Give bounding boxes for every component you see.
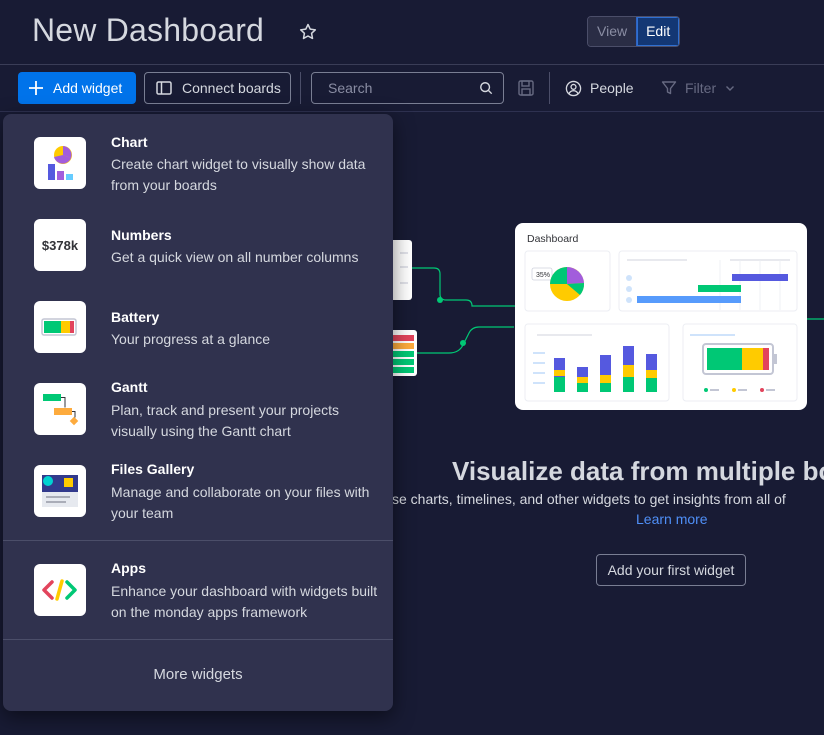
battery-icon — [34, 301, 86, 353]
learn-more-link[interactable]: Learn more — [636, 511, 708, 527]
toolbar-separator — [549, 72, 550, 104]
header-divider — [0, 64, 824, 65]
files-gallery-icon — [34, 465, 86, 517]
plus-icon — [29, 81, 43, 95]
menu-item-apps[interactable]: Apps Enhance your dashboard with widgets… — [3, 555, 393, 635]
chart-icon — [34, 137, 86, 189]
menu-item-title: Numbers — [111, 227, 172, 243]
menu-item-title: Battery — [111, 309, 160, 325]
menu-item-title: Apps — [111, 560, 146, 576]
add-widget-menu: Chart Create chart widget to visually sh… — [3, 114, 393, 711]
edit-mode-button[interactable]: Edit — [636, 17, 680, 46]
menu-item-description: Create chart widget to visually show dat… — [111, 156, 366, 193]
filter-icon — [661, 81, 677, 95]
menu-item-numbers[interactable]: $378k Numbers Get a quick view on all nu… — [3, 209, 393, 289]
person-icon — [565, 80, 582, 96]
menu-item-chart[interactable]: Chart Create chart widget to visually sh… — [3, 114, 393, 194]
numbers-icon: $378k — [34, 219, 86, 271]
menu-item-description: Get a quick view on all number columns — [111, 249, 359, 265]
view-mode-button[interactable]: View — [588, 17, 637, 46]
toolbar-divider — [0, 111, 824, 112]
menu-item-description: Plan, track and present your projects vi… — [111, 402, 340, 439]
add-widget-label: Add widget — [53, 80, 123, 96]
apps-icon — [34, 564, 86, 616]
menu-item-title: Chart — [111, 134, 148, 150]
star-icon[interactable] — [298, 22, 318, 42]
menu-item-gantt[interactable]: Gantt Plan, track and present your proje… — [3, 374, 393, 454]
search-icon[interactable] — [479, 81, 493, 95]
more-widgets-button[interactable]: More widgets — [3, 666, 393, 683]
menu-item-title: Gantt — [111, 379, 148, 395]
view-edit-toggle: View Edit — [587, 16, 681, 47]
gantt-icon — [34, 383, 86, 435]
dashboard-illustration: Dashboard 35% — [390, 223, 824, 410]
connect-boards-button[interactable]: Connect boards — [144, 72, 291, 104]
empty-state-title: Visualize data from multiple bo — [452, 456, 824, 486]
add-first-widget-button[interactable]: Add your first widget — [596, 554, 746, 586]
people-filter-button[interactable]: People — [565, 72, 634, 104]
preview-title: Dashboard — [527, 233, 579, 245]
menu-item-description: Your progress at a glance — [111, 331, 271, 347]
numbers-icon-text: $378k — [41, 237, 79, 253]
people-label: People — [590, 80, 634, 96]
chevron-down-icon[interactable] — [724, 82, 736, 94]
search-input[interactable] — [328, 80, 468, 96]
menu-divider — [3, 540, 393, 541]
save-view-icon[interactable] — [517, 79, 535, 97]
add-widget-button[interactable]: Add widget — [18, 72, 136, 104]
filter-button[interactable]: Filter — [661, 72, 736, 104]
connect-boards-label: Connect boards — [182, 80, 281, 96]
menu-item-description: Enhance your dashboard with widgets buil… — [111, 583, 378, 620]
filter-label: Filter — [685, 80, 717, 96]
page-title[interactable]: New Dashboard — [32, 12, 264, 49]
search-box[interactable] — [311, 72, 504, 104]
menu-item-battery[interactable]: Battery Your progress at a glance — [3, 291, 393, 371]
preview-percent: 35% — [536, 272, 550, 279]
menu-item-files-gallery[interactable]: Files Gallery Manage and collaborate on … — [3, 456, 393, 536]
empty-state-subtitle: se charts, timelines, and other widgets … — [392, 491, 786, 507]
menu-divider — [3, 639, 393, 640]
board-icon — [156, 81, 172, 95]
menu-item-description: Manage and collaborate on your files wit… — [111, 484, 370, 521]
menu-item-title: Files Gallery — [111, 461, 195, 477]
toolbar-separator — [300, 72, 301, 104]
